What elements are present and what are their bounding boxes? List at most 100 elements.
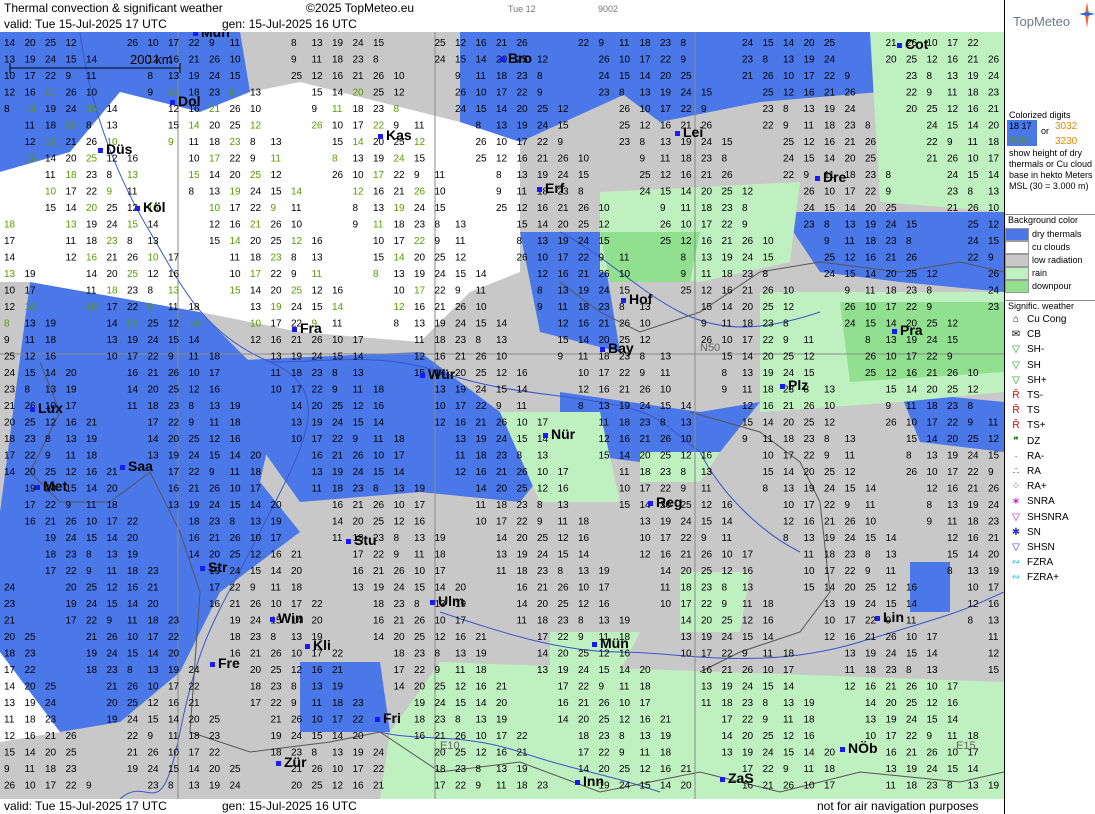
value-digit: 12 <box>988 220 1000 231</box>
value-digit: 10 <box>86 517 98 528</box>
city-label[interactable]: Hof <box>621 291 652 307</box>
value-digit: 24 <box>250 616 262 627</box>
value-digit: 19 <box>496 715 508 726</box>
value-digit: 12 <box>927 484 939 495</box>
city-label[interactable]: Dol <box>170 93 201 109</box>
value-digit: 26 <box>804 401 816 412</box>
weather-map[interactable]: 14 20 25 12 26 10 17 22 9 11 8 13 19 24 15 25 12 16 21 26 22… <box>0 32 1004 799</box>
value-digit: 8 <box>681 467 687 478</box>
value-digit: 12 <box>886 583 898 594</box>
value-digit: 17 <box>496 88 508 99</box>
value-digit: 16 <box>886 748 898 759</box>
value-digit: 17 <box>824 781 836 792</box>
city-label[interactable]: Kli <box>305 637 331 653</box>
value-digit: 21 <box>86 418 98 429</box>
city-label[interactable]: Erf <box>537 180 564 196</box>
value-digit: 18 <box>127 566 139 577</box>
value-digit: 16 <box>168 698 180 709</box>
city-label[interactable]: Str <box>200 559 227 575</box>
city-label[interactable]: Köl <box>135 199 166 215</box>
city-label[interactable]: Fri <box>375 710 401 726</box>
city-label[interactable]: Nür <box>543 426 575 442</box>
value-digit: 19 <box>25 269 37 280</box>
city-label[interactable]: Met <box>35 478 67 494</box>
city-label[interactable]: Bay <box>600 340 634 356</box>
city-label[interactable]: Wür <box>420 366 455 382</box>
value-digit: 17 <box>209 368 221 379</box>
city-label[interactable]: Ulm <box>430 593 464 609</box>
value-digit: 12 <box>988 649 1000 660</box>
city-label[interactable]: Kas <box>378 127 412 143</box>
value-digit: 8 <box>722 368 728 379</box>
city-label[interactable]: Bro <box>500 50 532 66</box>
city-label[interactable]: Stu <box>346 532 377 548</box>
value-digit: 17 <box>599 368 611 379</box>
value-digit: 16 <box>332 500 344 511</box>
city-label[interactable]: Lei <box>675 124 703 140</box>
value-digit: 15 <box>414 154 426 165</box>
value-digit: 15 <box>927 715 939 726</box>
value-digit: 14 <box>476 269 488 280</box>
color-swatch <box>1005 241 1029 255</box>
city-label[interactable]: Inn <box>575 773 604 789</box>
city-label[interactable]: Fra <box>292 320 322 336</box>
value-digit: 12 <box>742 401 754 412</box>
value-digit: 8 <box>86 121 92 132</box>
city-label[interactable]: Plz <box>780 377 808 393</box>
city-label[interactable]: Lin <box>875 609 904 625</box>
city-label[interactable]: Mün <box>193 32 230 40</box>
value-digit: 21 <box>373 781 385 792</box>
value-digit: 18 <box>291 368 303 379</box>
value-digit: 16 <box>189 319 201 330</box>
value-digit: 18 <box>783 434 795 445</box>
value-digit: 15 <box>742 418 754 429</box>
value-digit: 26 <box>517 467 529 478</box>
value-digit: 15 <box>209 236 221 247</box>
value-digit: 11 <box>886 566 897 577</box>
value-digit: 8 <box>168 781 174 792</box>
city-label[interactable]: Cot <box>897 36 928 52</box>
value-digit: 11 <box>127 187 138 198</box>
value-digit: 22 <box>394 170 406 181</box>
value-digit: 20 <box>517 533 529 544</box>
value-digit: 18 <box>824 121 836 132</box>
value-digit: 23 <box>209 517 221 528</box>
value-digit: 9 <box>353 434 359 445</box>
value-digit: 11 <box>947 88 958 99</box>
value-digit: 12 <box>640 764 652 775</box>
value-digit: 8 <box>189 187 195 198</box>
value-digit: 15 <box>312 731 324 742</box>
value-digit: 21 <box>250 220 262 231</box>
city-label[interactable]: Pra <box>892 322 923 338</box>
city-label[interactable]: Reg <box>648 494 682 510</box>
value-digit: 9 <box>168 352 174 363</box>
city-label[interactable]: NÖb <box>840 740 878 756</box>
weather-legend-item: Ř TS- <box>1009 388 1043 403</box>
city-label[interactable]: Saa <box>120 458 153 474</box>
city-label[interactable]: Düs <box>98 141 132 157</box>
city-label[interactable]: Win <box>270 610 304 626</box>
value-digit: 18 <box>517 566 529 577</box>
value-digit: 26 <box>742 236 754 247</box>
value-digit: 12 <box>476 748 488 759</box>
value-digit: 25 <box>619 764 631 775</box>
value-digit: 11 <box>599 418 610 429</box>
city-label[interactable]: Mün <box>592 635 629 651</box>
city-label[interactable]: Dre <box>815 169 846 185</box>
value-digit: 14 <box>968 764 980 775</box>
value-digit: 24 <box>86 599 98 610</box>
value-digit: 14 <box>906 599 918 610</box>
city-label[interactable]: Zür <box>276 754 307 770</box>
value-digit: 19 <box>619 401 631 412</box>
value-digit: 13 <box>4 698 16 709</box>
city-label[interactable]: Lux <box>30 400 63 416</box>
value-digit: 19 <box>373 154 385 165</box>
city-label[interactable]: Fre <box>210 655 240 671</box>
value-digit: 10 <box>230 269 242 280</box>
value-digit: 17 <box>988 154 1000 165</box>
city-label[interactable]: ZaS <box>720 770 754 786</box>
value-digit: 10 <box>250 104 262 115</box>
value-digit: 21 <box>373 566 385 577</box>
value-digit: 21 <box>783 401 795 412</box>
value-digit: 13 <box>189 781 201 792</box>
